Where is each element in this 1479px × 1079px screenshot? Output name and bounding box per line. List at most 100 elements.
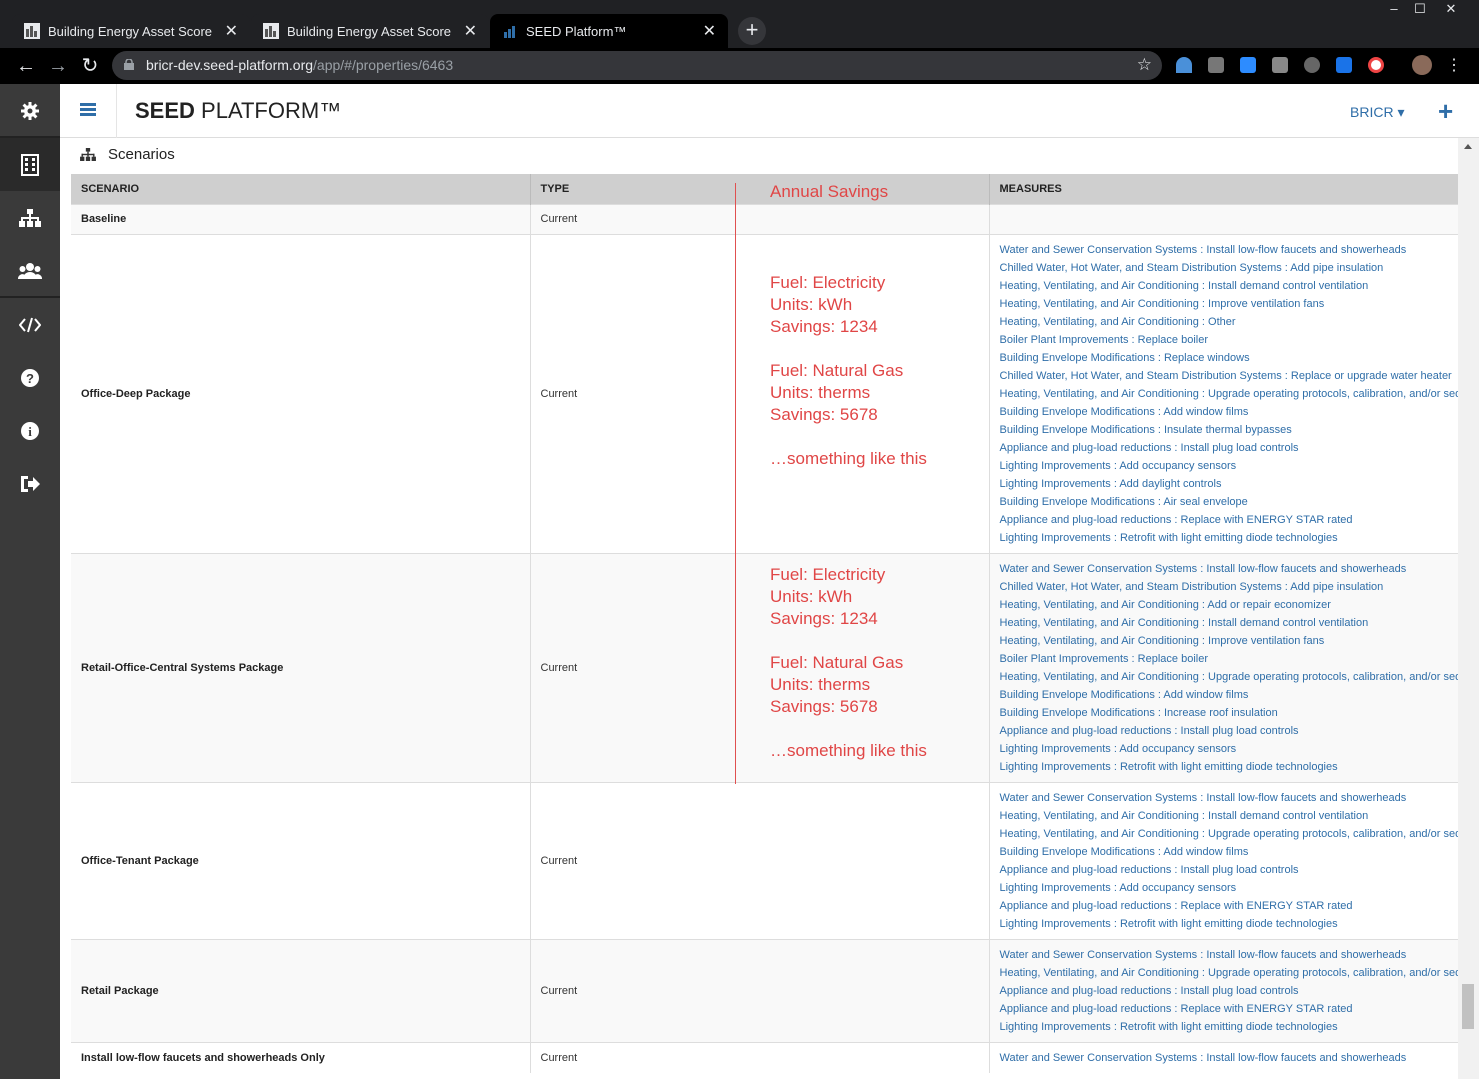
measure-link[interactable]: Chilled Water, Hot Water, and Steam Dist… bbox=[1000, 367, 1459, 385]
table-row[interactable]: Office-Deep Package Current Water and Sewe… bbox=[71, 233, 1459, 553]
measures-column-header[interactable]: MEASURES bbox=[989, 174, 1458, 204]
extension-zoom-icon[interactable] bbox=[1240, 57, 1256, 73]
scenario-type-cell: Current bbox=[530, 1041, 990, 1073]
measure-link[interactable]: Water and Sewer Conservation Systems : I… bbox=[1000, 946, 1459, 964]
measure-link[interactable]: Building Envelope Modifications : Increa… bbox=[1000, 704, 1459, 722]
scenarios-table-body: Baseline Current Office-Deep Package Curren… bbox=[71, 203, 1459, 1073]
scenario-type-cell: Current bbox=[530, 781, 990, 939]
measure-link[interactable]: Lighting Improvements : Add daylight con… bbox=[1000, 475, 1459, 493]
measure-link[interactable]: Appliance and plug-load reductions : Ins… bbox=[1000, 439, 1459, 457]
measure-link[interactable]: Appliance and plug-load reductions : Rep… bbox=[1000, 511, 1459, 529]
tab-close-icon[interactable]: ✕ bbox=[703, 21, 716, 41]
browser-tab-3[interactable]: SEED Platform™ ✕ bbox=[490, 14, 728, 48]
measure-link[interactable]: Heating, Ventilating, and Air Conditioni… bbox=[1000, 632, 1459, 650]
forward-arrow-icon[interactable]: → bbox=[44, 52, 72, 80]
measure-link[interactable]: Lighting Improvements : Retrofit with li… bbox=[1000, 915, 1459, 933]
measure-link[interactable]: Building Envelope Modifications : Replac… bbox=[1000, 349, 1459, 367]
measures-cell: Water and Sewer Conservation Systems : I… bbox=[989, 938, 1459, 1042]
logout-nav[interactable] bbox=[0, 457, 60, 510]
extension-u-icon[interactable] bbox=[1304, 57, 1320, 73]
measure-link[interactable]: Heating, Ventilating, and Air Conditioni… bbox=[1000, 614, 1459, 632]
measure-link[interactable]: Water and Sewer Conservation Systems : I… bbox=[1000, 241, 1459, 259]
hamburger-menu-icon[interactable] bbox=[80, 103, 96, 117]
measure-link[interactable]: Lighting Improvements : Add occupancy se… bbox=[1000, 879, 1459, 897]
app-brand[interactable]: SEED PLATFORM™ bbox=[135, 98, 341, 124]
logout-icon bbox=[21, 475, 40, 492]
measure-link[interactable]: Heating, Ventilating, and Air Conditioni… bbox=[1000, 825, 1459, 843]
extension-shield-icon[interactable] bbox=[1176, 57, 1192, 73]
measure-link[interactable]: Appliance and plug-load reductions : Rep… bbox=[1000, 897, 1459, 915]
users-nav[interactable] bbox=[0, 244, 60, 297]
new-tab-button[interactable]: + bbox=[738, 17, 766, 45]
measure-link[interactable]: Heating, Ventilating, and Air Conditioni… bbox=[1000, 277, 1459, 295]
measure-link[interactable]: Heating, Ventilating, and Air Conditioni… bbox=[1000, 807, 1459, 825]
scenario-type-cell: Current bbox=[530, 203, 990, 234]
measure-link[interactable]: Lighting Improvements : Retrofit with li… bbox=[1000, 529, 1459, 547]
measure-link[interactable]: Heating, Ventilating, and Air Conditioni… bbox=[1000, 964, 1459, 982]
extension-color-icon[interactable] bbox=[1368, 57, 1384, 73]
measure-link[interactable]: Building Envelope Modifications : Air se… bbox=[1000, 493, 1459, 511]
minimize-button[interactable]: ‒ bbox=[1381, 0, 1407, 20]
measure-link[interactable]: Lighting Improvements : Add occupancy se… bbox=[1000, 740, 1459, 758]
table-row[interactable]: Retail-Office-Central Systems Package Cur… bbox=[71, 552, 1459, 782]
back-arrow-icon[interactable]: ← bbox=[12, 52, 40, 80]
table-row[interactable]: Install low-flow faucets and showerheads… bbox=[71, 1041, 1459, 1073]
scroll-up-icon[interactable] bbox=[1464, 144, 1472, 149]
scenario-column-header[interactable]: SCENARIO bbox=[71, 174, 531, 204]
measure-link[interactable]: Heating, Ventilating, and Air Conditioni… bbox=[1000, 596, 1459, 614]
measure-link[interactable]: Heating, Ventilating, and Air Conditioni… bbox=[1000, 295, 1459, 313]
tab-close-icon[interactable]: ✕ bbox=[464, 21, 477, 41]
measure-link[interactable]: Boiler Plant Improvements : Replace boil… bbox=[1000, 331, 1459, 349]
table-row[interactable]: Baseline Current bbox=[71, 203, 1458, 234]
extension-note-icon[interactable] bbox=[1208, 57, 1224, 73]
table-row[interactable]: Office-Tenant Package Current Water and Se… bbox=[71, 781, 1459, 939]
measure-link[interactable]: Lighting Improvements : Add occupancy se… bbox=[1000, 457, 1459, 475]
annotation-retail-office: Fuel: Electricity Units: kWh Savings: 12… bbox=[770, 565, 927, 760]
browser-tab-2[interactable]: Building Energy Asset Score ✕ bbox=[251, 14, 489, 48]
organization-dropdown[interactable]: BRICR ▾ bbox=[1350, 104, 1404, 121]
tab-close-icon[interactable]: ✕ bbox=[225, 21, 238, 41]
measure-link[interactable]: Building Envelope Modifications : Add wi… bbox=[1000, 403, 1459, 421]
measure-link[interactable]: Appliance and plug-load reductions : Ins… bbox=[1000, 722, 1459, 740]
reload-icon[interactable]: ↻ bbox=[76, 52, 104, 80]
extension-new-icon[interactable] bbox=[1336, 57, 1352, 73]
measure-link[interactable]: Building Envelope Modifications : Insula… bbox=[1000, 421, 1459, 439]
maximize-button[interactable]: ☐ bbox=[1407, 0, 1433, 20]
scenarios-table: SCENARIO TYPE MEASURES Baseline Current Of… bbox=[71, 174, 1458, 1073]
type-column-header[interactable]: TYPE bbox=[530, 174, 990, 204]
address-bar[interactable]: bricr-dev.seed-platform.org/app/#/proper… bbox=[112, 51, 1162, 80]
inventory-nav[interactable] bbox=[0, 191, 60, 244]
extension-g-icon[interactable] bbox=[1272, 57, 1288, 73]
measure-link[interactable]: Building Envelope Modifications : Add wi… bbox=[1000, 686, 1459, 704]
settings-nav[interactable] bbox=[0, 84, 60, 137]
api-nav[interactable] bbox=[0, 298, 60, 351]
measure-link[interactable]: Building Envelope Modifications : Add wi… bbox=[1000, 843, 1459, 861]
measure-link[interactable]: Boiler Plant Improvements : Replace boil… bbox=[1000, 650, 1459, 668]
about-nav[interactable]: i bbox=[0, 404, 60, 457]
measure-link[interactable]: Heating, Ventilating, and Air Conditioni… bbox=[1000, 668, 1459, 686]
measure-link[interactable]: Appliance and plug-load reductions : Rep… bbox=[1000, 1000, 1459, 1018]
scrollbar-thumb[interactable] bbox=[1462, 984, 1474, 1029]
measure-link[interactable]: Water and Sewer Conservation Systems : I… bbox=[1000, 560, 1459, 578]
measure-link[interactable]: Heating, Ventilating, and Air Conditioni… bbox=[1000, 313, 1459, 331]
measure-link[interactable]: Appliance and plug-load reductions : Ins… bbox=[1000, 861, 1459, 879]
measure-link[interactable]: Lighting Improvements : Retrofit with li… bbox=[1000, 758, 1459, 776]
measure-link[interactable]: Water and Sewer Conservation Systems : I… bbox=[1000, 789, 1459, 807]
page-scrollbar[interactable] bbox=[1458, 138, 1479, 1079]
properties-nav[interactable] bbox=[0, 138, 60, 191]
bookmark-star-icon[interactable]: ☆ bbox=[1137, 55, 1152, 75]
measure-link[interactable]: Appliance and plug-load reductions : Ins… bbox=[1000, 982, 1459, 1000]
browser-menu-icon[interactable]: ⋮ bbox=[1440, 52, 1468, 80]
measure-link[interactable]: Heating, Ventilating, and Air Conditioni… bbox=[1000, 385, 1459, 403]
add-icon[interactable]: + bbox=[1438, 96, 1453, 127]
profile-avatar[interactable] bbox=[1412, 55, 1432, 75]
measure-link[interactable]: Water and Sewer Conservation Systems : I… bbox=[1000, 1049, 1459, 1067]
close-window-button[interactable]: ✕ bbox=[1438, 0, 1464, 20]
browser-tab-1[interactable]: Building Energy Asset Score ✕ bbox=[12, 14, 250, 48]
table-row[interactable]: Retail Package Current Water and Sewer Con… bbox=[71, 938, 1459, 1042]
measure-link[interactable]: Chilled Water, Hot Water, and Steam Dist… bbox=[1000, 259, 1459, 277]
help-nav[interactable]: ? bbox=[0, 351, 60, 404]
measure-link[interactable]: Chilled Water, Hot Water, and Steam Dist… bbox=[1000, 578, 1459, 596]
measure-link[interactable]: Lighting Improvements : Retrofit with li… bbox=[1000, 1018, 1459, 1036]
scenario-name-cell: Install low-flow faucets and showerheads… bbox=[71, 1041, 531, 1073]
